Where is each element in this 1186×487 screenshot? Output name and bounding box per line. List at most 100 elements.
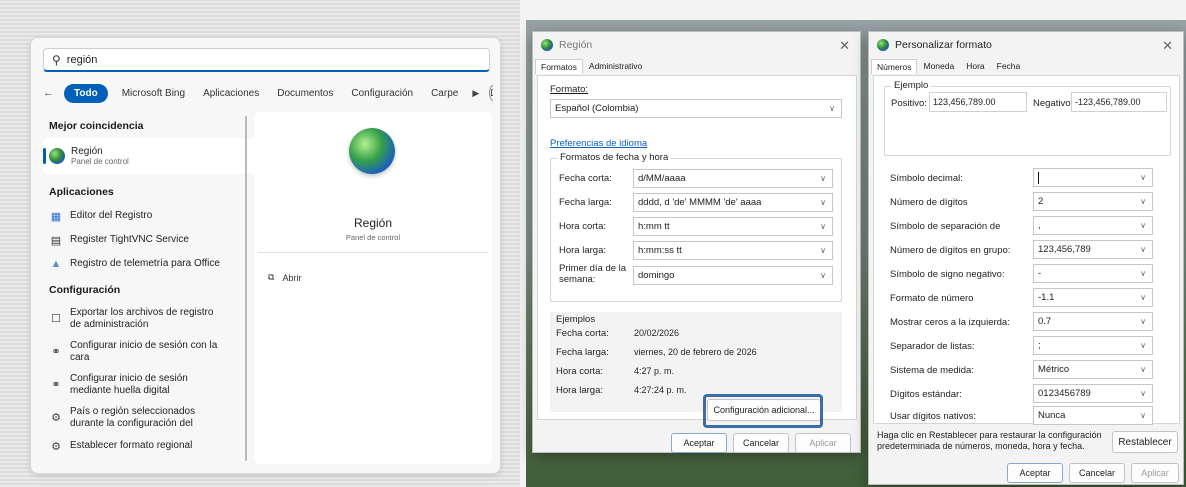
filter-docs[interactable]: Documentos [273, 85, 337, 102]
list-item-app[interactable]: ▦ Editor del Registro › [43, 204, 278, 228]
decimal-symbol-select[interactable]: ∨ [1033, 168, 1153, 187]
field-value: dddd, d 'de' MMMM 'de' aaaa [638, 197, 762, 208]
best-match-item[interactable]: Región Panel de control [43, 138, 272, 174]
apply-button[interactable]: Aplicar [795, 433, 851, 453]
cancel-button[interactable]: Cancelar [733, 433, 789, 453]
filter-todo[interactable]: Todo [64, 83, 108, 103]
ok-button[interactable]: Aceptar [1007, 463, 1063, 483]
region-globe-icon [49, 148, 65, 164]
group-separator-select[interactable]: , ∨ [1033, 216, 1153, 235]
cancel-button[interactable]: Cancelar [1069, 463, 1125, 483]
section-settings: Configuración [49, 284, 121, 296]
measurement-system-select[interactable]: Métrico ∨ [1033, 360, 1153, 379]
numeros-panel: Ejemplo Positivo: 123,456,789.00 Negativ… [873, 75, 1180, 425]
search-box[interactable]: ⚲ [43, 48, 490, 72]
tab-formatos[interactable]: Formatos [535, 59, 583, 74]
key-icon: ⚭ [51, 346, 61, 358]
example-label: Hora larga: [556, 385, 603, 396]
open-action[interactable]: ⧉ Abrir [268, 272, 301, 283]
short-time-select[interactable]: h:mm tt ∨ [633, 217, 833, 236]
region-settings-icon: ⚙ [51, 412, 61, 424]
region-dialog-title: Región [559, 39, 593, 51]
list-item-setting[interactable]: ⚭ Configurar inicio de sesión con la car… [43, 335, 278, 368]
search-input[interactable] [66, 53, 467, 66]
apply-button[interactable]: Aplicar [1131, 463, 1179, 483]
chevron-down-icon: ∨ [1140, 341, 1146, 350]
close-icon[interactable]: ✕ [1162, 38, 1173, 54]
chevron-down-icon: ∨ [820, 198, 826, 207]
native-digits-select[interactable]: Nunca ∨ [1033, 406, 1153, 425]
preview-subtitle: Panel de control [345, 233, 401, 242]
customize-format-dialog: Personalizar formato ✕ Números Moneda Ho… [868, 31, 1184, 485]
field-label: Fecha larga: [559, 197, 612, 208]
start-search-panel: ⚲ ← Todo Microsoft Bing Aplicaciones Doc… [30, 37, 501, 474]
list-item-setting[interactable]: ⚭ Configurar inicio de sesión mediante h… [43, 368, 278, 401]
list-item-setting[interactable]: ⚙ Establecer formato regional › [43, 434, 278, 458]
chevron-down-icon: ∨ [1140, 389, 1146, 398]
filter-apps[interactable]: Aplicaciones [199, 85, 263, 102]
example-label: Fecha corta: [556, 328, 609, 339]
close-icon[interactable]: ✕ [839, 38, 850, 54]
field-label: Símbolo de signo negativo: [890, 269, 1005, 280]
results-scrollbar[interactable] [245, 116, 247, 461]
preview-divider [258, 252, 488, 253]
first-day-select[interactable]: domingo ∨ [633, 266, 833, 285]
field-label: Número de dígitos en grupo: [890, 245, 1011, 256]
field-value: -1.1 [1038, 292, 1055, 303]
filter-settings[interactable]: Configuración [347, 85, 417, 102]
tab-fecha[interactable]: Fecha [991, 58, 1027, 74]
chevron-down-icon: ∨ [1140, 221, 1146, 230]
long-date-select[interactable]: dddd, d 'de' MMMM 'de' aaaa ∨ [633, 193, 833, 212]
tab-moneda[interactable]: Moneda [917, 58, 960, 74]
language-preferences-link[interactable]: Preferencias de idioma [550, 138, 647, 149]
chevron-down-icon: ∨ [1140, 317, 1146, 326]
reset-button[interactable]: Restablecer [1112, 431, 1178, 453]
short-date-select[interactable]: d/MM/aaaa ∨ [633, 169, 833, 188]
digits-select[interactable]: 2 ∨ [1033, 192, 1153, 211]
field-value: Nunca [1038, 410, 1066, 421]
best-match-title: Región [71, 146, 103, 157]
chevron-down-icon: ∨ [1140, 197, 1146, 206]
digit-grouping-select[interactable]: 123,456,789 ∨ [1033, 240, 1153, 259]
section-apps: Aplicaciones [49, 186, 114, 198]
negative-format-select[interactable]: -1.1 ∨ [1033, 288, 1153, 307]
text-cursor [1038, 171, 1039, 184]
example-label: Fecha larga: [556, 347, 609, 358]
filter-folders[interactable]: Carpe [427, 85, 462, 102]
list-separator-select[interactable]: ; ∨ [1033, 336, 1153, 355]
chevron-down-icon: ∨ [1140, 411, 1146, 420]
region-globe-icon [541, 39, 553, 51]
field-label: Hora corta: [559, 221, 606, 232]
play-more-icon[interactable]: ▶ [472, 88, 479, 99]
negative-value: -123,456,789.00 [1071, 92, 1167, 112]
standard-digits-select[interactable]: 0123456789 ∨ [1033, 384, 1153, 403]
list-item-app[interactable]: ▤ Register TightVNC Service › [43, 228, 278, 252]
positive-value: 123,456,789.00 [929, 92, 1027, 112]
field-label: Mostrar ceros a la izquierda: [890, 317, 1010, 328]
list-item-setting[interactable]: ☐ Exportar los archivos de registro de a… [43, 302, 278, 335]
app-label: Register TightVNC Service [70, 234, 189, 245]
chevron-down-icon: ∨ [820, 174, 826, 183]
field-value: h:mm:ss tt [638, 245, 682, 256]
tab-hora[interactable]: Hora [960, 58, 990, 74]
long-time-select[interactable]: h:mm:ss tt ∨ [633, 241, 833, 260]
datetime-formats-group: Formatos de fecha y hora Fecha corta: d/… [550, 152, 842, 302]
format-label: Formato: [550, 84, 589, 95]
field-label: Separador de listas: [890, 341, 975, 352]
list-item-setting[interactable]: ⚙ País o región seleccionados durante la… [43, 401, 278, 434]
field-value: ; [1038, 340, 1041, 351]
leading-zeros-select[interactable]: 0.7 ∨ [1033, 312, 1153, 331]
back-arrow-icon[interactable]: ← [43, 87, 54, 99]
tab-numeros[interactable]: Números [871, 59, 918, 74]
open-external-icon: ⧉ [268, 272, 275, 282]
format-select[interactable]: Español (Colombia) ∨ [550, 99, 842, 118]
app-label: Registro de telemetría para Office [70, 258, 220, 269]
avatar[interactable]: D [489, 85, 493, 101]
negative-sign-select[interactable]: - ∨ [1033, 264, 1153, 283]
list-item-app[interactable]: ▲ Registro de telemetría para Office › [43, 252, 278, 276]
annotation-highlight-box [703, 394, 823, 428]
ok-button[interactable]: Aceptar [671, 433, 727, 453]
chevron-down-icon: ∨ [1140, 269, 1146, 278]
filter-bing[interactable]: Microsoft Bing [118, 85, 189, 102]
tab-administrativo[interactable]: Administrativo [583, 58, 648, 74]
